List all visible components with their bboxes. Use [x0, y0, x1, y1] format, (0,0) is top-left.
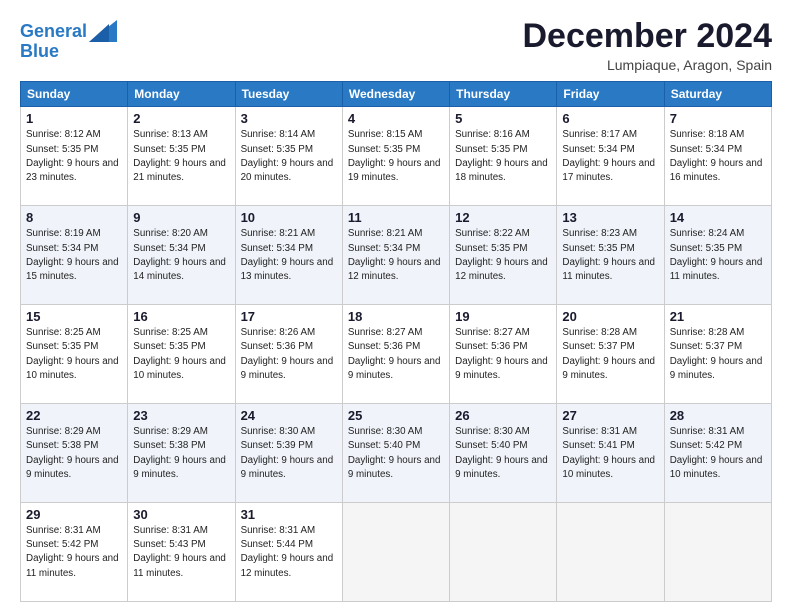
header-wednesday: Wednesday [342, 82, 449, 107]
logo-text: General [20, 22, 87, 42]
table-row: 10Sunrise: 8:21 AMSunset: 5:34 PMDayligh… [235, 206, 342, 305]
table-row: 19Sunrise: 8:27 AMSunset: 5:36 PMDayligh… [450, 305, 557, 404]
title-block: December 2024 Lumpiaque, Aragon, Spain [522, 18, 772, 73]
table-row: 21Sunrise: 8:28 AMSunset: 5:37 PMDayligh… [664, 305, 771, 404]
table-row: 12Sunrise: 8:22 AMSunset: 5:35 PMDayligh… [450, 206, 557, 305]
table-row: 3Sunrise: 8:14 AMSunset: 5:35 PMDaylight… [235, 107, 342, 206]
table-row: 16Sunrise: 8:25 AMSunset: 5:35 PMDayligh… [128, 305, 235, 404]
table-row: 26Sunrise: 8:30 AMSunset: 5:40 PMDayligh… [450, 404, 557, 503]
logo-blue: Blue [20, 42, 117, 62]
header-saturday: Saturday [664, 82, 771, 107]
table-row: 28Sunrise: 8:31 AMSunset: 5:42 PMDayligh… [664, 404, 771, 503]
logo: General Blue [20, 22, 117, 62]
calendar-header-row: Sunday Monday Tuesday Wednesday Thursday… [21, 82, 772, 107]
logo-icon [89, 20, 117, 42]
table-row: 8Sunrise: 8:19 AMSunset: 5:34 PMDaylight… [21, 206, 128, 305]
table-row: 5Sunrise: 8:16 AMSunset: 5:35 PMDaylight… [450, 107, 557, 206]
table-row: 27Sunrise: 8:31 AMSunset: 5:41 PMDayligh… [557, 404, 664, 503]
header-tuesday: Tuesday [235, 82, 342, 107]
location: Lumpiaque, Aragon, Spain [522, 57, 772, 73]
header-friday: Friday [557, 82, 664, 107]
table-row: 22Sunrise: 8:29 AMSunset: 5:38 PMDayligh… [21, 404, 128, 503]
table-row: 24Sunrise: 8:30 AMSunset: 5:39 PMDayligh… [235, 404, 342, 503]
table-row: 2Sunrise: 8:13 AMSunset: 5:35 PMDaylight… [128, 107, 235, 206]
table-row: 7Sunrise: 8:18 AMSunset: 5:34 PMDaylight… [664, 107, 771, 206]
table-row: 31Sunrise: 8:31 AMSunset: 5:44 PMDayligh… [235, 503, 342, 602]
table-row: 30Sunrise: 8:31 AMSunset: 5:43 PMDayligh… [128, 503, 235, 602]
header: General Blue December 2024 Lumpiaque, Ar… [20, 18, 772, 73]
table-row: 15Sunrise: 8:25 AMSunset: 5:35 PMDayligh… [21, 305, 128, 404]
table-row: 18Sunrise: 8:27 AMSunset: 5:36 PMDayligh… [342, 305, 449, 404]
table-row: 17Sunrise: 8:26 AMSunset: 5:36 PMDayligh… [235, 305, 342, 404]
header-sunday: Sunday [21, 82, 128, 107]
table-row: 13Sunrise: 8:23 AMSunset: 5:35 PMDayligh… [557, 206, 664, 305]
calendar: Sunday Monday Tuesday Wednesday Thursday… [20, 81, 772, 602]
table-row: 11Sunrise: 8:21 AMSunset: 5:34 PMDayligh… [342, 206, 449, 305]
table-row: 6Sunrise: 8:17 AMSunset: 5:34 PMDaylight… [557, 107, 664, 206]
table-row: 23Sunrise: 8:29 AMSunset: 5:38 PMDayligh… [128, 404, 235, 503]
table-row: 20Sunrise: 8:28 AMSunset: 5:37 PMDayligh… [557, 305, 664, 404]
table-row: 14Sunrise: 8:24 AMSunset: 5:35 PMDayligh… [664, 206, 771, 305]
table-row: 4Sunrise: 8:15 AMSunset: 5:35 PMDaylight… [342, 107, 449, 206]
table-row [342, 503, 449, 602]
table-row: 29Sunrise: 8:31 AMSunset: 5:42 PMDayligh… [21, 503, 128, 602]
table-row [450, 503, 557, 602]
page: General Blue December 2024 Lumpiaque, Ar… [0, 0, 792, 612]
header-monday: Monday [128, 82, 235, 107]
table-row: 25Sunrise: 8:30 AMSunset: 5:40 PMDayligh… [342, 404, 449, 503]
table-row: 9Sunrise: 8:20 AMSunset: 5:34 PMDaylight… [128, 206, 235, 305]
month-title: December 2024 [522, 18, 772, 55]
table-row: 1Sunrise: 8:12 AMSunset: 5:35 PMDaylight… [21, 107, 128, 206]
header-thursday: Thursday [450, 82, 557, 107]
table-row [664, 503, 771, 602]
table-row [557, 503, 664, 602]
